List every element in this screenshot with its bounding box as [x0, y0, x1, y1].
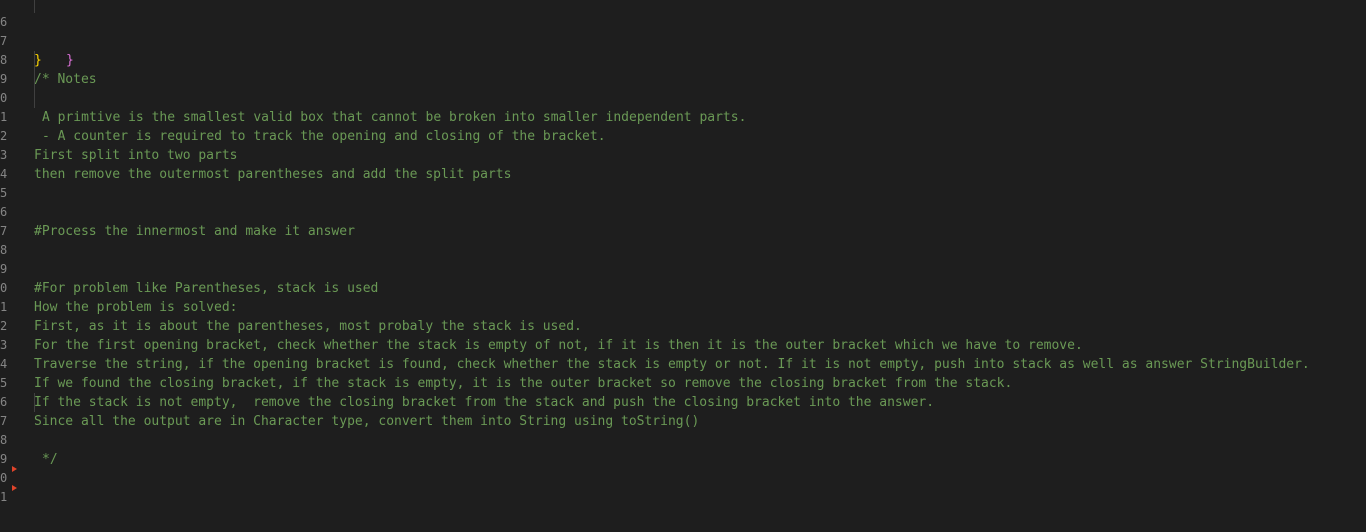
code-line[interactable]: 1: [0, 89, 1366, 124]
code-line[interactable]: 3 then remove the outermost parentheses …: [0, 127, 1366, 182]
code-line[interactable]: 0 - A counter is required to track the o…: [0, 70, 1366, 144]
indent-guide: [34, 70, 35, 89]
code-line[interactable]: 1: [0, 469, 1366, 504]
code-line[interactable]: 9 #For problem like Parentheses, stack i…: [0, 241, 1366, 296]
code-line[interactable]: 8: [0, 412, 1366, 447]
code-line[interactable]: 9: [0, 431, 1366, 466]
code-line[interactable]: 7 }: [0, 13, 1366, 68]
code-line[interactable]: 2 First split into two parts: [0, 108, 1366, 163]
indent-guide: [34, 89, 35, 108]
code-line[interactable]: 1 First, as it is about the parentheses,…: [0, 279, 1366, 334]
code-line[interactable]: 7: [0, 203, 1366, 238]
code-line[interactable]: 7 */: [0, 393, 1366, 467]
code-line[interactable]: 8: [0, 222, 1366, 257]
code-line[interactable]: 0: [0, 450, 1366, 485]
code-line[interactable]: 9 A primtive is the smallest valid box t…: [0, 51, 1366, 125]
error-marker-icon[interactable]: [12, 466, 17, 472]
error-marker-icon[interactable]: [12, 485, 17, 491]
code-line[interactable]: 4: [0, 146, 1366, 181]
indent-guide: [34, 51, 35, 70]
code-line[interactable]: 0 How the problem is solved:: [0, 260, 1366, 315]
code-line[interactable]: 4 If we found the closing bracket, if th…: [0, 336, 1366, 391]
code-line[interactable]: 5: [0, 165, 1366, 200]
code-line[interactable]: 6 }: [0, 0, 1366, 68]
code-editor[interactable]: 6 } 7 } 8 /* Notes 9 A primtive is the s…: [0, 0, 1366, 532]
code-line[interactable]: 3 Traverse the string, if the opening br…: [0, 317, 1366, 372]
code-line[interactable]: 8 /* Notes: [0, 32, 1366, 87]
code-line[interactable]: 6 #Process the innermost and make it ans…: [0, 184, 1366, 239]
indent-guide: [34, 393, 35, 412]
line-number: 1: [0, 490, 8, 504]
code-line[interactable]: 6 Since all the output are in Character …: [0, 374, 1366, 429]
code-line[interactable]: 5 If the stack is not empty, remove the …: [0, 355, 1366, 410]
code-line[interactable]: 2 For the first opening bracket, check w…: [0, 298, 1366, 353]
indent-guide: [34, 0, 35, 13]
